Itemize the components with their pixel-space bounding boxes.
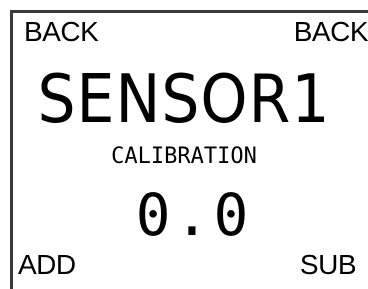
back-button-right[interactable]: BACK xyxy=(294,18,368,46)
add-button[interactable]: ADD xyxy=(18,251,76,279)
sensor-name: SENSOR1 xyxy=(37,60,331,139)
sub-button[interactable]: SUB xyxy=(300,251,357,279)
mode-label: CALIBRATION xyxy=(111,144,257,169)
back-button-left[interactable]: BACK xyxy=(24,18,99,46)
calibration-value: 0.0 xyxy=(135,181,253,249)
